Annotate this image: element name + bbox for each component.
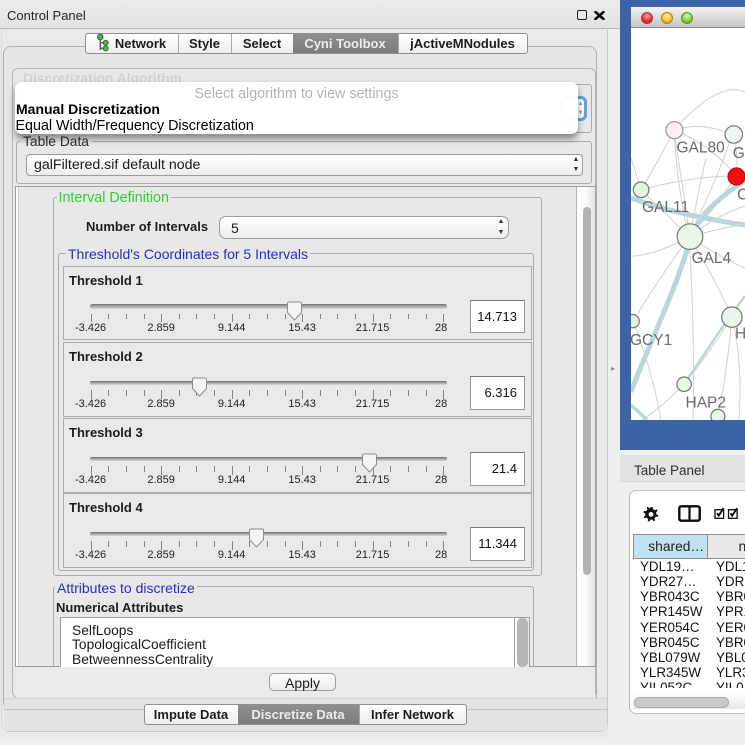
- svg-text:H: H: [735, 326, 745, 343]
- svg-text:HAP2: HAP2: [686, 395, 727, 412]
- svg-text:GCY1: GCY1: [631, 332, 672, 349]
- svg-text:GAL11: GAL11: [642, 199, 689, 216]
- svg-text:GAL4: GAL4: [692, 250, 732, 267]
- svg-text:GAL3: GAL3: [733, 145, 745, 162]
- svg-text:GAL80: GAL80: [677, 140, 726, 157]
- svg-text:C: C: [737, 187, 745, 204]
